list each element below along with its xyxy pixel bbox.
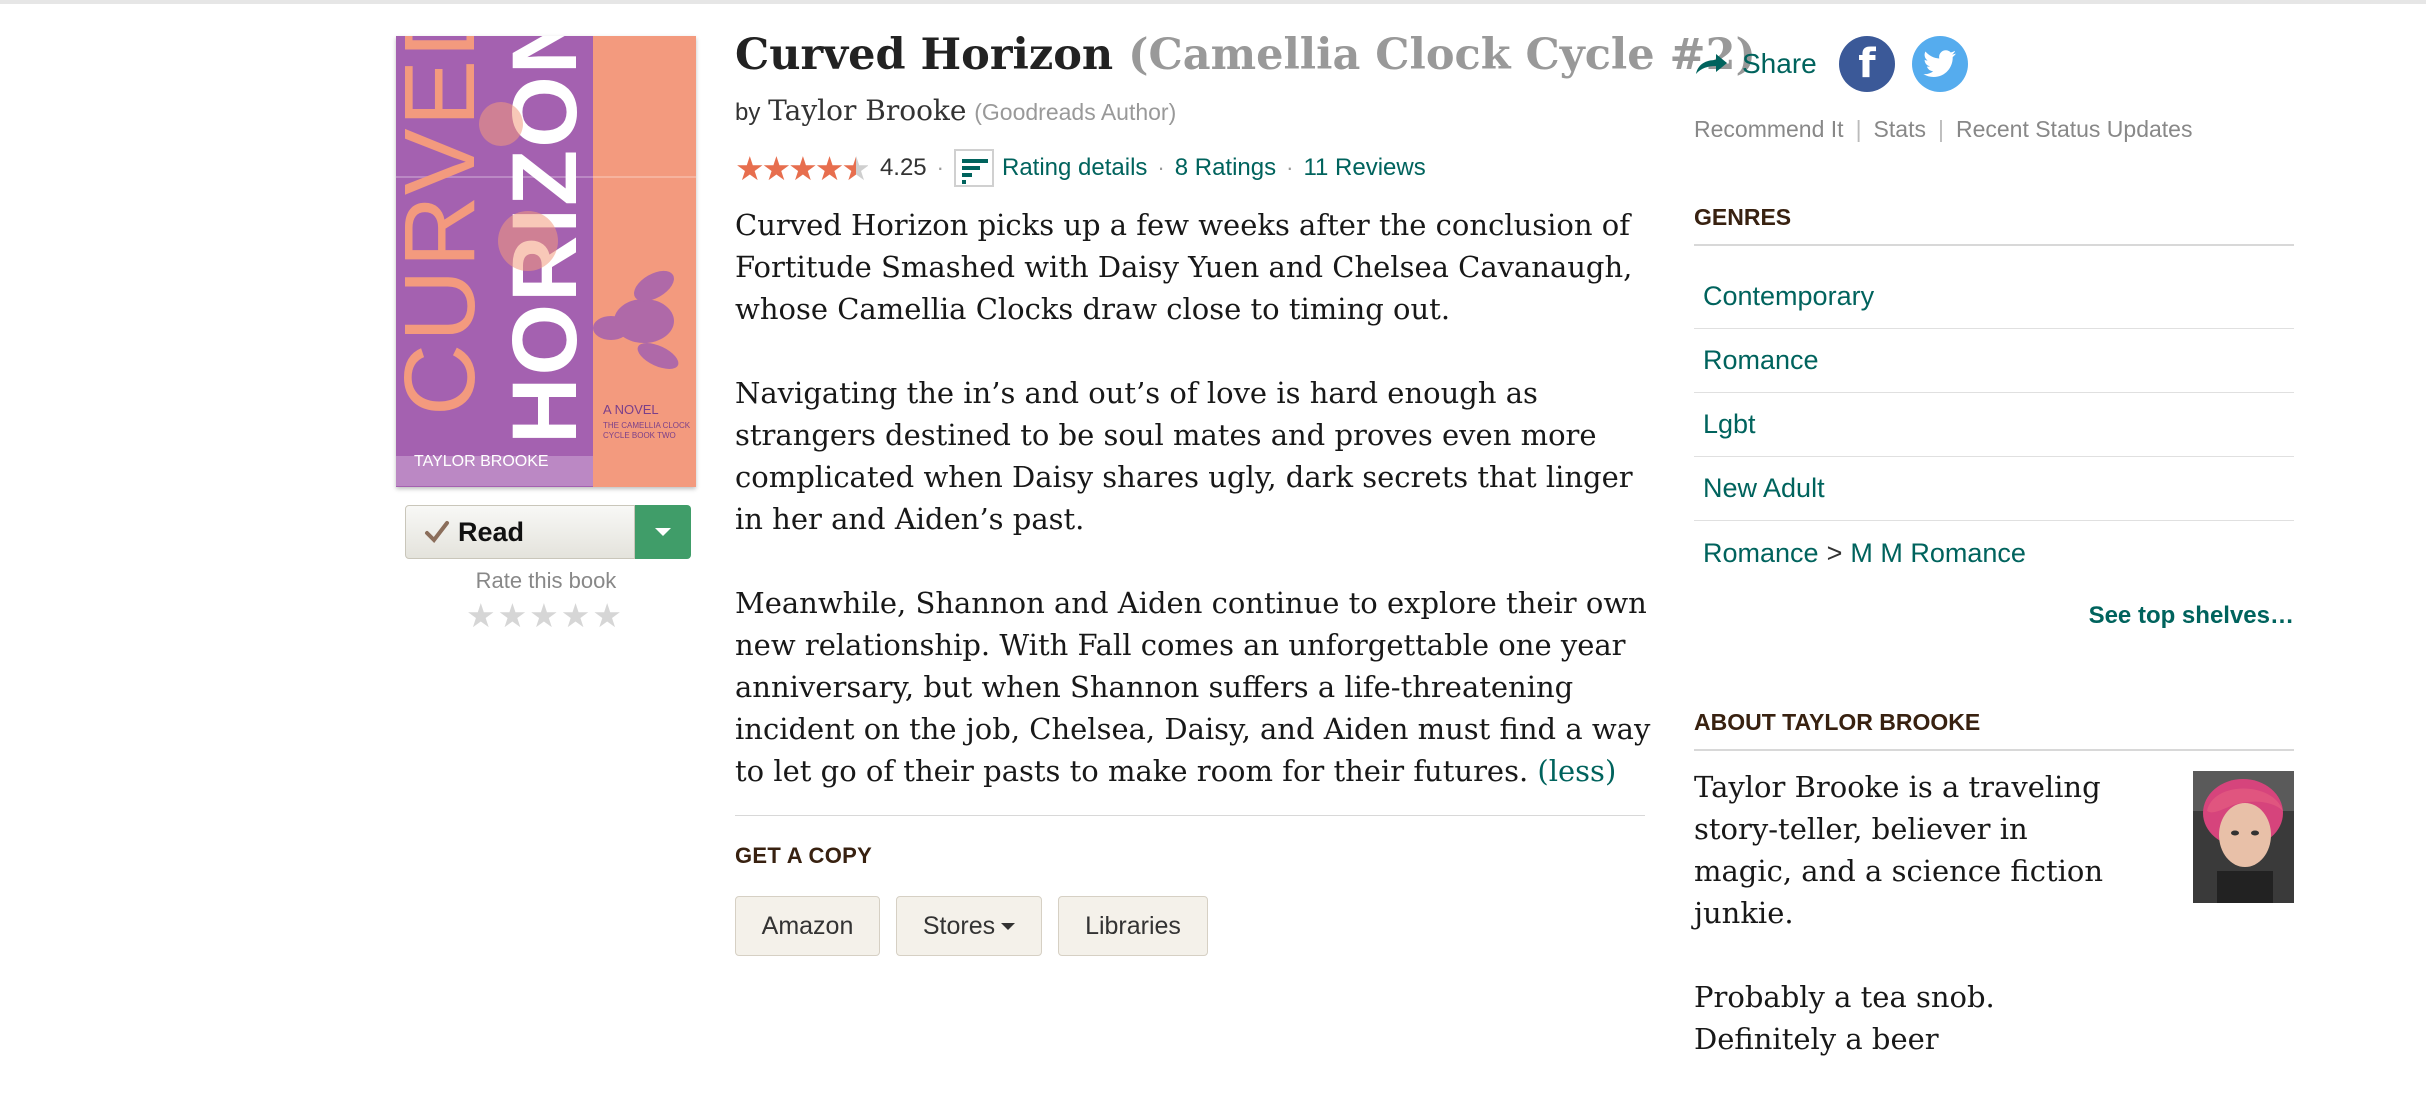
libraries-label: Libraries	[1085, 911, 1181, 940]
less-link[interactable]: (less)	[1537, 754, 1616, 788]
average-rating: 4.25	[879, 154, 927, 181]
status-updates-link[interactable]: Recent Status Updates	[1956, 116, 2193, 142]
caret-down-icon	[1001, 922, 1016, 930]
amazon-label: Amazon	[761, 911, 854, 940]
share-label: Share	[1742, 48, 1817, 79]
divider	[1694, 749, 2294, 751]
book-description: Curved Horizon picks up a few weeks afte…	[735, 204, 1655, 834]
separator: |	[1855, 116, 1862, 142]
shelf-dropdown-button[interactable]	[635, 505, 691, 559]
rating-details-link[interactable]: Rating details	[1002, 154, 1147, 182]
rate-stars[interactable]: ★★★★★	[466, 596, 624, 635]
genre-child[interactable]: M M Romance	[1850, 538, 2026, 569]
cover-title-line1: CURVED	[396, 36, 496, 416]
separator-dot: ·	[1157, 155, 1165, 180]
caret-down-icon	[655, 528, 671, 536]
description-paragraph: Curved Horizon picks up a few weeks afte…	[735, 208, 1633, 326]
genre-label: Contemporary	[1703, 281, 1875, 311]
author-bio: Taylor Brooke is a traveling story-telle…	[1694, 766, 2134, 1102]
author-role: (Goodreads Author)	[974, 99, 1177, 125]
genre-link[interactable]: Contemporary	[1694, 265, 2294, 329]
ratings-count-link[interactable]: 8 Ratings	[1175, 154, 1276, 182]
by-label: by	[735, 99, 761, 126]
read-status[interactable]: Read	[405, 505, 635, 559]
get-a-copy-heading: GET A COPY	[735, 843, 873, 868]
genre-link[interactable]: Romance > M M Romance	[1694, 521, 2294, 585]
genre-link[interactable]: Lgbt	[1694, 393, 2294, 457]
top-border	[0, 0, 2426, 4]
separator-dot: ·	[936, 155, 944, 180]
book-cover[interactable]: CURVED HORIZON A NOVEL THE CAMELLIA CLOC…	[396, 36, 696, 487]
twitter-icon[interactable]	[1912, 36, 1968, 92]
stats-link[interactable]: Stats	[1874, 116, 1926, 142]
shelf-status-button[interactable]: Read	[405, 505, 691, 561]
share-arrow-icon	[1696, 54, 1727, 74]
rate-this-book-label: Rate this book	[475, 568, 617, 593]
book-title-text: Curved Horizon	[735, 30, 1114, 80]
genre-link[interactable]: New Adult	[1694, 457, 2294, 521]
facebook-icon[interactable]: f	[1839, 36, 1895, 92]
divider	[1694, 244, 2294, 246]
facebook-letter: f	[1858, 41, 1876, 87]
stores-label: Stores	[922, 911, 996, 940]
cover-series-1: THE CAMELLIA CLOCK	[603, 421, 691, 430]
genre-arrow: >	[1826, 537, 1843, 568]
genre-label: Lgbt	[1703, 409, 1756, 439]
byline: by Taylor Brooke (Goodreads Author)	[735, 94, 1176, 127]
stars-half: ★	[841, 149, 871, 187]
cover-tagline: A NOVEL	[603, 402, 659, 417]
amazon-button[interactable]: Amazon	[735, 896, 880, 956]
cover-author: TAYLOR BROOKE	[414, 453, 549, 470]
share-button[interactable]: Share	[1694, 48, 1817, 80]
author-avatar[interactable]	[2193, 771, 2294, 903]
author-link[interactable]: Taylor Brooke	[768, 94, 966, 127]
stores-dropdown[interactable]: Stores	[896, 896, 1042, 956]
description-paragraph: Meanwhile, Shannon and Aiden continue to…	[735, 582, 1655, 792]
libraries-button[interactable]: Libraries	[1058, 896, 1208, 956]
book-actions: Recommend It | Stats | Recent Status Updates	[1694, 116, 2192, 143]
book-series-link[interactable]: (Camellia Clock Cycle #2)	[1128, 30, 1756, 80]
genres-heading: GENRES	[1694, 204, 1792, 230]
genre-link[interactable]: Romance	[1694, 329, 2294, 393]
genre-label: Romance	[1703, 345, 1819, 375]
genre-parent[interactable]: Romance	[1703, 538, 1819, 569]
average-rating-stars: ★★★★★	[735, 149, 871, 188]
check-icon	[425, 521, 449, 544]
recommend-link[interactable]: Recommend It	[1694, 116, 1844, 142]
reviews-count-link[interactable]: 11 Reviews	[1303, 154, 1425, 182]
read-label: Read	[458, 516, 525, 547]
stars-full: ★★★★	[735, 149, 844, 187]
rating-histogram-icon[interactable]	[953, 149, 994, 187]
description-text: Meanwhile, Shannon and Aiden continue to…	[735, 586, 1651, 788]
about-author-heading: ABOUT TAYLOR BROOKE	[1694, 709, 1981, 735]
description-paragraph: Navigating the in’s and out’s of love is…	[735, 376, 1633, 536]
author-bio-paragraph: Taylor Brooke is a traveling story-telle…	[1694, 770, 2104, 930]
cover-series-2: CYCLE BOOK TWO	[603, 431, 676, 440]
rating-row: ★★★★★ 4.25 · Rating details · 8 Ratings …	[735, 148, 1426, 188]
author-bio-paragraph: Probably a tea snob. Definitely a beer	[1694, 980, 1995, 1056]
separator: |	[1937, 116, 1944, 142]
book-title: Curved Horizon (Camellia Clock Cycle #2)	[735, 30, 1756, 80]
see-top-shelves-link[interactable]: See top shelves…	[2089, 602, 2294, 630]
divider	[735, 815, 1645, 816]
separator-dot: ·	[1286, 155, 1294, 180]
genre-label: New Adult	[1703, 473, 1825, 503]
